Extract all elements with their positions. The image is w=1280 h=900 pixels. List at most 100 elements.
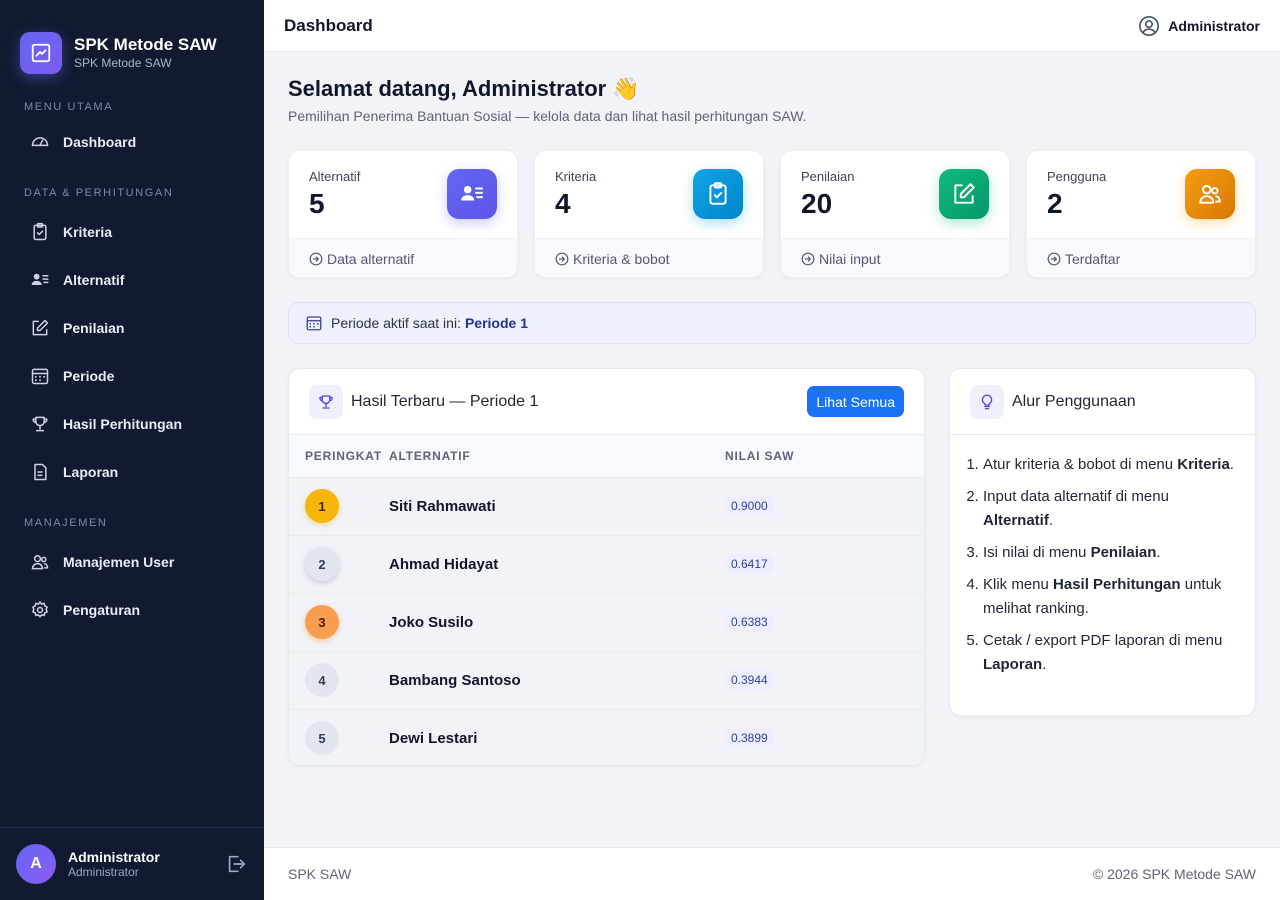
gear-icon (30, 600, 50, 620)
users-icon (1185, 169, 1235, 219)
sidebar-item-alternatif[interactable]: Alternatif (0, 256, 264, 304)
user-menu[interactable]: Administrator (1138, 15, 1260, 37)
period-label: Periode aktif saat ini: (331, 315, 461, 331)
column-header-alternative: ALTERNATIF (389, 435, 725, 478)
sidebar-item-pengaturan[interactable]: Pengaturan (0, 586, 264, 634)
brand[interactable]: SPK Metode SAW SPK Metode SAW (0, 0, 264, 86)
stat-card-penilaian[interactable]: Penilaian 20 Nilai input (780, 150, 1010, 278)
user-list-icon (30, 270, 50, 290)
page-title: Dashboard (284, 15, 373, 35)
sidebar-item-hasil-perhitungan[interactable]: Hasil Perhitungan (0, 400, 264, 448)
sidebar-user-name: Administrator (68, 849, 160, 865)
sidebar-item-label: Alternatif (63, 272, 125, 288)
welcome-subtitle: Pemilihan Penerima Bantuan Sosial — kelo… (288, 108, 807, 124)
stat-label: Kriteria (555, 169, 597, 184)
results-table: PERINGKAT ALTERNATIF NILAI SAW 1 Siti Ra… (289, 435, 924, 765)
sidebar-item-laporan[interactable]: Laporan (0, 448, 264, 496)
edit-icon (939, 169, 989, 219)
sidebar-item-label: Pengaturan (63, 602, 141, 618)
welcome-title: Selamat datang, Administrator 👋 (288, 76, 640, 101)
user-menu-name: Administrator (1168, 17, 1260, 34)
rank-badge: 3 (305, 605, 339, 639)
list-item: Isi nilai di menu Penilaian. (983, 541, 1237, 565)
stat-value: 4 (555, 188, 571, 219)
stat-card-kriteria[interactable]: Kriteria 4 Kriteria & bobot (534, 150, 764, 278)
nav-section-data-perhitungan: DATA & PERHITUNGAN (24, 187, 174, 199)
logout-icon[interactable] (224, 852, 248, 876)
stat-label: Penilaian (801, 169, 855, 184)
stat-value: 2 (1047, 188, 1063, 219)
period-value: Periode 1 (464, 315, 528, 331)
dashboard-gauge-icon (30, 132, 50, 152)
avatar[interactable]: A (16, 844, 56, 884)
sidebar-item-label: Periode (63, 368, 115, 384)
view-all-button[interactable]: Lihat Semua (807, 386, 904, 417)
sidebar-item-kriteria[interactable]: Kriteria (0, 208, 264, 256)
sidebar-item-manajemen-user[interactable]: Manajemen User (0, 538, 264, 586)
alternative-name: Dewi Lestari (389, 729, 478, 747)
saw-score-badge: 0.3899 (725, 728, 774, 749)
sidebar-item-periode[interactable]: Periode (0, 352, 264, 400)
clipboard-check-icon (30, 222, 50, 242)
sidebar: SPK Metode SAW SPK Metode SAW MENU UTAMA… (0, 0, 264, 900)
usage-steps-list: Atur kriteria & bobot di menu Kriteria. … (966, 453, 1237, 677)
rank-badge: 4 (305, 663, 339, 697)
table-row[interactable]: 5 Dewi Lestari 0.3899 (289, 709, 924, 765)
table-row[interactable]: 4 Bambang Santoso 0.3944 (289, 651, 924, 710)
list-item: Klik menu Hasil Perhitungan untuk meliha… (983, 573, 1237, 621)
arrow-circle-right-icon (801, 252, 815, 266)
user-list-icon (447, 169, 497, 219)
rank-badge: 2 (305, 547, 339, 581)
stat-foot-text: Nilai input (819, 251, 881, 267)
latest-results-card: Hasil Terbaru — Periode 1 Lihat Semua PE… (288, 368, 925, 766)
saw-score-badge: 0.6383 (725, 612, 774, 632)
page-footer: SPK SAW © 2026 SPK Metode SAW (264, 847, 1280, 900)
alternative-name: Siti Rahmawati (389, 477, 725, 536)
sidebar-item-label: Hasil Perhitungan (63, 416, 183, 432)
stat-foot-text: Data alternatif (327, 251, 415, 267)
stats-row: Alternatif 5 Data alternatif Kriteria 4 … (288, 150, 1256, 278)
user-circle-icon (1138, 15, 1160, 37)
trophy-icon (309, 384, 343, 419)
chart-line-icon (20, 32, 62, 74)
arrow-circle-right-icon (555, 252, 569, 266)
alternative-name: Ahmad Hidayat (389, 535, 725, 594)
calendar-icon (30, 366, 50, 386)
stat-value: 20 (801, 188, 833, 219)
stat-value: 5 (309, 188, 325, 219)
sidebar-item-label: Penilaian (63, 320, 125, 336)
sidebar-item-label: Laporan (63, 464, 119, 480)
saw-score-badge: 0.3944 (725, 670, 774, 690)
calendar-icon (305, 314, 323, 332)
brand-subtitle: SPK Metode SAW (74, 56, 172, 70)
topbar: Dashboard Administrator (264, 0, 1280, 52)
main-content: Selamat datang, Administrator 👋 Pemiliha… (288, 52, 1256, 766)
list-item: Atur kriteria & bobot di menu Kriteria. (983, 453, 1237, 477)
stat-card-alternatif[interactable]: Alternatif 5 Data alternatif (288, 150, 518, 278)
column-header-saw-score: NILAI SAW (725, 435, 924, 478)
nav-section-manajemen: MANAJEMEN (24, 517, 108, 529)
stat-foot-text: Terdaftar (1065, 251, 1121, 267)
list-item: Input data alternatif di menu Alternatif… (983, 485, 1237, 533)
rank-badge: 5 (305, 721, 339, 756)
stat-label: Pengguna (1047, 169, 1107, 184)
latest-results-title: Hasil Terbaru — Periode 1 (351, 392, 539, 410)
sidebar-user-role: Administrator (68, 865, 139, 879)
nav-section-menu-utama: MENU UTAMA (24, 101, 114, 113)
stat-label: Alternatif (309, 169, 361, 184)
table-row[interactable]: 1 Siti Rahmawati 0.9000 (289, 477, 924, 536)
lightbulb-icon (970, 384, 1004, 419)
table-row[interactable]: 2 Ahmad Hidayat 0.6417 (289, 535, 924, 594)
sidebar-item-label: Kriteria (63, 224, 113, 240)
arrow-circle-right-icon (1047, 252, 1061, 266)
column-header-rank: PERINGKAT (289, 435, 389, 478)
sidebar-item-label: Dashboard (63, 134, 137, 150)
trophy-icon (30, 414, 50, 434)
sidebar-item-penilaian[interactable]: Penilaian (0, 304, 264, 352)
table-row[interactable]: 3 Joko Susilo 0.6383 (289, 593, 924, 652)
stat-card-pengguna[interactable]: Pengguna 2 Terdaftar (1026, 150, 1256, 278)
stat-foot-text: Kriteria & bobot (573, 251, 670, 267)
edit-icon (30, 318, 50, 338)
sidebar-item-dashboard[interactable]: Dashboard (0, 118, 264, 166)
footer-left: SPK SAW (288, 866, 352, 882)
